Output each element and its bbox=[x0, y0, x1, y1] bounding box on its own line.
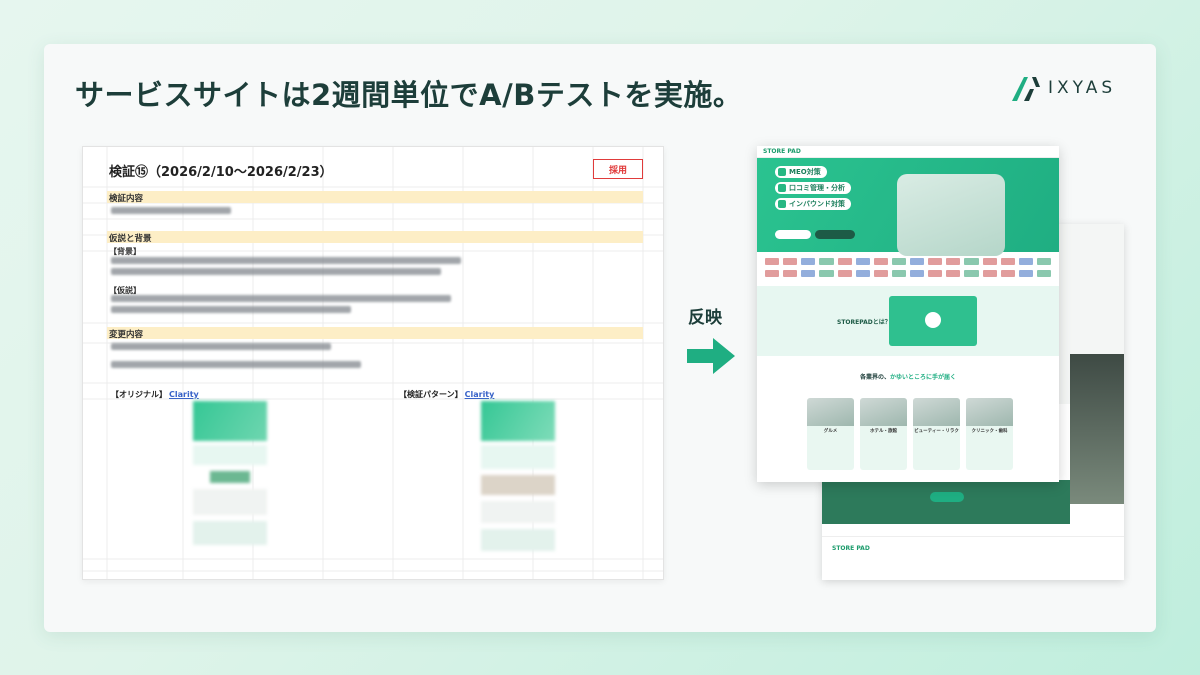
section-label-hypothesis: 仮説と背景 bbox=[109, 234, 152, 244]
video-title: STOREPADとは？ bbox=[837, 319, 891, 326]
site-brand: STORE PAD bbox=[763, 148, 801, 155]
hypothesis-text-blurred-1 bbox=[111, 295, 451, 302]
content-text-blurred bbox=[111, 207, 231, 214]
client-logos-row-2 bbox=[765, 270, 1051, 277]
slide-headline: サービスサイトは2週間単位でA/Bテストを実施。 bbox=[75, 78, 743, 112]
website-screenshot-front: STORE PAD MEO対策 口コミ管理・分析 インバウンド対策 STOREP… bbox=[757, 146, 1059, 482]
ixyas-logo-mark-icon bbox=[1012, 77, 1040, 101]
section-bar-content bbox=[107, 191, 643, 203]
original-clarity-link[interactable]: Clarity bbox=[169, 390, 199, 399]
hero-tag-reviews: 口コミ管理・分析 bbox=[775, 182, 851, 194]
hero-tag-meo: MEO対策 bbox=[775, 166, 827, 178]
reflect-label: 反映 bbox=[688, 308, 722, 328]
original-column-head: 【オリジナル】 Clarity bbox=[111, 389, 199, 400]
adopted-badge: 採用 bbox=[593, 159, 643, 179]
back-site-cta-band bbox=[822, 480, 1070, 524]
site-nav: STORE PAD bbox=[757, 146, 1059, 158]
client-logos-row-1 bbox=[765, 258, 1051, 265]
hero-cta-1 bbox=[775, 230, 811, 239]
industry-card-clinic[interactable]: クリニック・歯科 bbox=[966, 398, 1013, 470]
industry-card-hotel[interactable]: ホテル・旅館 bbox=[860, 398, 907, 470]
background-text-blurred-1 bbox=[111, 257, 461, 264]
hypothesis-text-blurred-2 bbox=[111, 306, 351, 313]
changes-text-blurred-2 bbox=[111, 361, 361, 368]
background-label: 【背景】 bbox=[109, 247, 141, 256]
original-page-thumbnail bbox=[193, 401, 267, 551]
variant-clarity-link[interactable]: Clarity bbox=[465, 390, 495, 399]
background-text-blurred-2 bbox=[111, 268, 441, 275]
section-label-content: 検証内容 bbox=[109, 194, 144, 204]
section-label-changes: 変更内容 bbox=[109, 330, 144, 340]
industry-card-beauty[interactable]: ビューティー・リラク bbox=[913, 398, 960, 470]
industry-title-a: 各業界の、 bbox=[859, 374, 890, 381]
back-site-photo bbox=[1070, 354, 1124, 504]
right-arrow-icon bbox=[687, 338, 735, 374]
hero-tag-inbound: インバウンド対策 bbox=[775, 198, 851, 210]
play-icon[interactable] bbox=[925, 312, 941, 328]
hero-photo bbox=[897, 174, 1005, 256]
variant-page-thumbnail bbox=[481, 401, 555, 551]
section-bar-changes bbox=[107, 327, 643, 339]
back-site-cta-button bbox=[930, 492, 964, 502]
industry-card-gourmet[interactable]: グルメ bbox=[807, 398, 854, 470]
industry-title-b: かゆいところに手が届く bbox=[890, 374, 957, 381]
variant-column-head: 【検証パターン】 Clarity bbox=[399, 389, 494, 400]
original-label: 【オリジナル】 bbox=[111, 390, 167, 399]
ixyas-logo: IXYAS bbox=[1010, 73, 1116, 103]
industry-section-title: 各業界の、かゆいところに手が届く bbox=[757, 372, 1059, 381]
hero-cta-2 bbox=[815, 230, 855, 239]
ab-test-spreadsheet: 検証⑮（2026/2/10〜2026/2/23） 採用 検証内容 仮説と背景 【… bbox=[82, 146, 664, 580]
variant-label: 【検証パターン】 bbox=[399, 390, 463, 399]
industry-cards: グルメ ホテル・旅館 ビューティー・リラク クリニック・歯科 bbox=[807, 398, 1013, 470]
changes-text-blurred-1 bbox=[111, 343, 331, 350]
back-site-footer: STORE PAD bbox=[822, 536, 1124, 580]
site-hero: MEO対策 口コミ管理・分析 インバウンド対策 bbox=[757, 158, 1059, 256]
back-site-footer-brand: STORE PAD bbox=[832, 545, 870, 552]
ixyas-logo-text: IXYAS bbox=[1048, 78, 1117, 98]
section-bar-hypothesis bbox=[107, 231, 643, 243]
test-title: 検証⑮（2026/2/10〜2026/2/23） bbox=[109, 165, 333, 180]
